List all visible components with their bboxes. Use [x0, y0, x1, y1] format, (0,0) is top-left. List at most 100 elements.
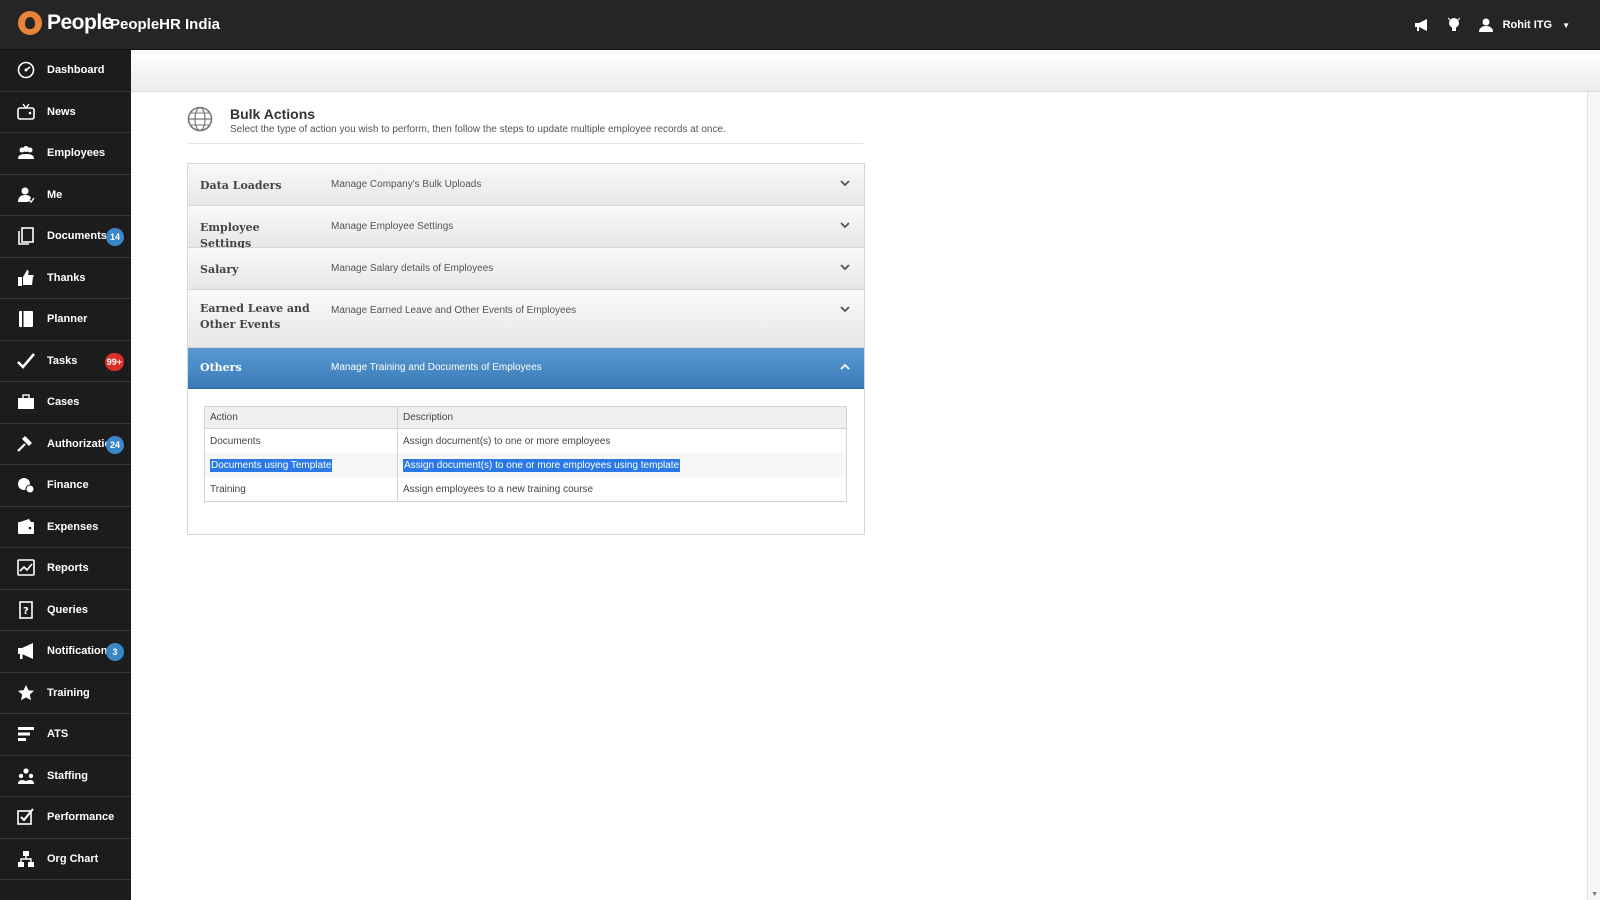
sidebar-item-ats[interactable]: ATS: [0, 714, 131, 756]
lightbulb-icon[interactable]: [1443, 14, 1465, 36]
sidebar-item-label: Finance: [47, 479, 89, 492]
dashboard-icon: [15, 59, 37, 81]
sidebar-item-me[interactable]: Me: [0, 175, 131, 216]
user-icon[interactable]: [1475, 14, 1497, 36]
count-badge: 24: [106, 435, 124, 454]
wallet-icon: [15, 516, 37, 538]
sidebar-item-notifications[interactable]: Notifications 3: [0, 631, 131, 673]
sidebar-item-staffing[interactable]: Staffing: [0, 756, 131, 797]
logo[interactable]: People: [18, 11, 113, 35]
sidebar-item-planner[interactable]: Planner: [0, 299, 131, 341]
sidebar: Dashboard News Employees Me Documents 14 Thank…: [0, 50, 131, 900]
sidebar-item-performance[interactable]: Performance: [0, 797, 131, 839]
planner-icon: [15, 308, 37, 330]
chevron-up-icon[interactable]: [840, 362, 850, 372]
sidebar-item-finance[interactable]: Finance: [0, 465, 131, 507]
sidebar-item-label: Tasks: [47, 354, 78, 367]
section-description: Manage Company's Bulk Uploads: [331, 179, 482, 190]
section-others[interactable]: Others Manage Training and Documents of …: [188, 348, 864, 389]
sidebar-item-label: Training: [47, 686, 90, 699]
sidebar-item-reports[interactable]: Reports: [0, 548, 131, 590]
section-description: Manage Salary details of Employees: [331, 263, 494, 274]
sidebar-item-authorizations[interactable]: Authorizations 24: [0, 424, 131, 465]
sidebar-item-label: Dashboard: [47, 64, 105, 77]
scroll-down-icon[interactable]: ▼: [1591, 891, 1598, 898]
brand-name: People: [47, 11, 113, 34]
section-salary[interactable]: Salary Manage Salary details of Employee…: [188, 248, 864, 290]
section-title: Salary: [200, 263, 239, 276]
gavel-icon: [15, 433, 37, 455]
actions-table: Action Description Documents Assign docu…: [204, 406, 847, 502]
people-icon: [15, 142, 37, 164]
sidebar-item-cases[interactable]: Cases: [0, 382, 131, 424]
table-header-row: Action Description: [204, 406, 847, 429]
people-logo-icon: [18, 11, 42, 35]
staffing-icon: [15, 765, 37, 787]
count-badge: 3: [106, 643, 124, 661]
chevron-down-icon[interactable]: [840, 262, 850, 272]
chevron-down-icon[interactable]: [840, 220, 850, 230]
sidebar-item-employees[interactable]: Employees: [0, 133, 131, 175]
column-header-action: Action: [204, 406, 398, 429]
table-row[interactable]: Documents Assign document(s) to one or m…: [204, 428, 847, 453]
sidebar-item-news[interactable]: News: [0, 92, 131, 133]
person-icon: [15, 184, 37, 206]
sidebar-item-queries[interactable]: ? Queries: [0, 590, 131, 631]
page-header: Bulk Actions Select the type of action y…: [187, 103, 863, 144]
action-label[interactable]: Documents using Template: [210, 458, 333, 472]
page-subtitle: Select the type of action you wish to pe…: [230, 124, 726, 135]
action-label[interactable]: Documents: [210, 436, 261, 447]
sidebar-item-documents[interactable]: Documents 14: [0, 216, 131, 258]
sidebar-item-tasks[interactable]: Tasks 99+: [0, 341, 131, 382]
column-header-description: Description: [397, 406, 847, 429]
action-label[interactable]: Training: [210, 484, 246, 495]
section-description: Manage Employee Settings: [331, 221, 454, 232]
sidebar-item-label: Employees: [47, 147, 106, 160]
tv-icon: [15, 101, 37, 123]
coins-icon: [15, 474, 37, 496]
question-icon: ?: [15, 599, 37, 621]
section-employee-settings[interactable]: Employee Settings Manage Employee Settin…: [188, 206, 864, 250]
sidebar-item-label: Me: [47, 188, 63, 201]
header-actions: Rohit ITG ▼: [1401, 14, 1570, 36]
section-earned-leave[interactable]: Earned Leave and Other Events Manage Ear…: [188, 290, 864, 348]
company-name: PeopleHR India: [110, 16, 221, 33]
section-description: Manage Training and Documents of Employe…: [331, 362, 542, 373]
action-link[interactable]: Documents: [204, 428, 398, 453]
count-badge: 14: [106, 228, 124, 246]
sidebar-item-label: News: [47, 105, 76, 118]
table-row[interactable]: Documents using Template Assign document…: [204, 453, 847, 477]
user-name[interactable]: Rohit ITG: [1503, 19, 1553, 31]
action-description-text: Assign document(s) to one or more employ…: [403, 435, 611, 447]
globe-icon: [187, 106, 213, 132]
sidebar-item-thanks[interactable]: Thanks: [0, 258, 131, 299]
sidebar-item-dashboard[interactable]: Dashboard: [0, 50, 131, 92]
action-description: Assign employees to a new training cours…: [397, 477, 847, 502]
caret-down-icon[interactable]: ▼: [1562, 21, 1570, 30]
action-description: Assign document(s) to one or more employ…: [397, 428, 847, 453]
chevron-down-icon[interactable]: [840, 304, 850, 314]
bars-icon: [15, 723, 37, 745]
scrollbar[interactable]: ▼: [1587, 92, 1600, 900]
checkbox-icon: [15, 806, 37, 828]
action-link[interactable]: Documents using Template: [204, 453, 398, 477]
megaphone-icon[interactable]: [1411, 14, 1433, 36]
bulk-actions-accordion: Data Loaders Manage Company's Bulk Uploa…: [187, 163, 865, 535]
sidebar-item-label: Reports: [47, 562, 89, 575]
sidebar-item-expenses[interactable]: Expenses: [0, 507, 131, 548]
action-description-text: Assign employees to a new training cours…: [403, 483, 594, 495]
section-description: Manage Earned Leave and Other Events of …: [331, 305, 577, 316]
check-icon: [15, 350, 37, 372]
section-data-loaders[interactable]: Data Loaders Manage Company's Bulk Uploa…: [188, 164, 864, 206]
org-chart-icon: [15, 848, 37, 870]
sidebar-item-label: Performance: [47, 811, 115, 824]
action-link[interactable]: Training: [204, 477, 398, 502]
sidebar-item-label: Notifications: [47, 645, 114, 658]
action-description: Assign document(s) to one or more employ…: [397, 453, 847, 477]
sidebar-item-label: Thanks: [47, 271, 86, 284]
table-row[interactable]: Training Assign employees to a new train…: [204, 477, 847, 502]
section-title: Others: [200, 361, 242, 374]
sidebar-item-org-chart[interactable]: Org Chart: [0, 839, 131, 880]
sidebar-item-training[interactable]: Training: [0, 673, 131, 714]
chevron-down-icon[interactable]: [840, 178, 850, 188]
